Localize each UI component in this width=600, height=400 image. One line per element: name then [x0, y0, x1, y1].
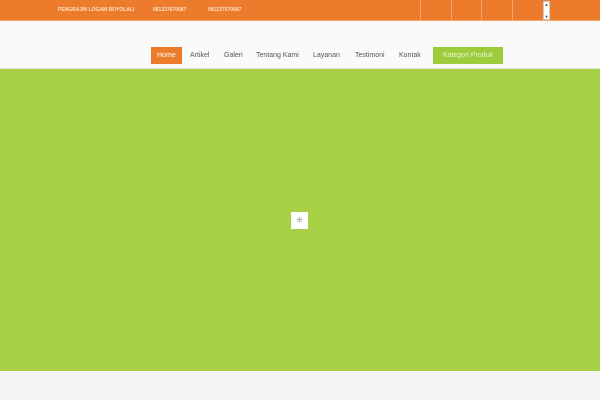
social-divider — [512, 0, 513, 21]
mini-scrollbar[interactable]: ▲ ▼ — [543, 1, 550, 20]
nav-kontak[interactable]: Kontak — [393, 47, 427, 64]
social-divider — [420, 0, 421, 21]
category-button[interactable]: Kategori Produk — [433, 47, 503, 64]
nav-layanan[interactable]: Layanan — [307, 47, 346, 64]
social-divider — [481, 0, 482, 21]
nav-tentang-kami[interactable]: Tentang Kami — [250, 47, 305, 64]
phone-1[interactable]: 081237670087 — [153, 7, 186, 13]
footer — [0, 371, 600, 400]
nav-testimoni[interactable]: Testimoni — [349, 47, 391, 64]
top-bar: PENGRAJIN LOGAM BOYOLALI 081237670087 08… — [0, 0, 600, 21]
nav-galeri[interactable]: Galeri — [218, 47, 249, 64]
social-divider — [451, 0, 452, 21]
brand-text: PENGRAJIN LOGAM BOYOLALI — [58, 7, 135, 13]
nav-artikel[interactable]: Artikel — [184, 47, 215, 64]
phone-2[interactable]: 081237670087 — [208, 7, 241, 13]
loading-spinner-icon: ✳ — [291, 212, 308, 229]
nav-home[interactable]: Home — [151, 47, 182, 64]
